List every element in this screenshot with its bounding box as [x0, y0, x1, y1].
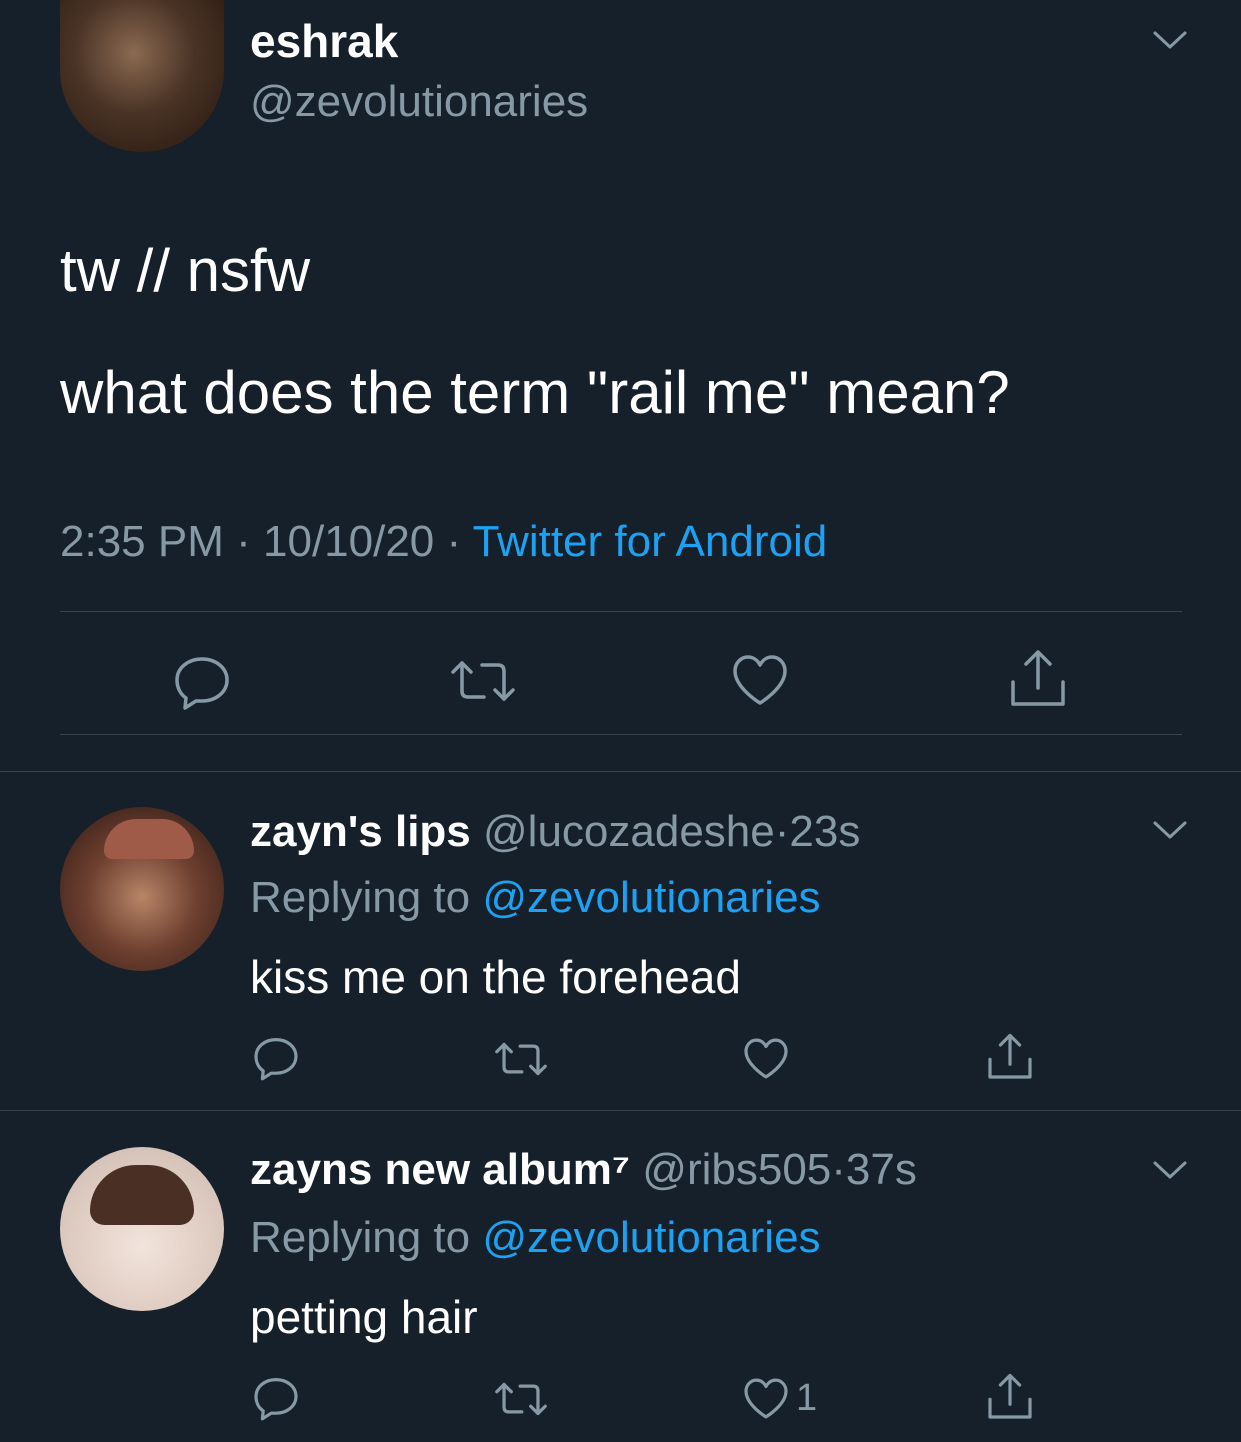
- replying-to: Replying to @zevolutionaries: [250, 872, 821, 924]
- retweet-icon[interactable]: [494, 1038, 548, 1080]
- tweet-text-line: tw // nsfw: [60, 237, 311, 304]
- reply-header: zayn's lips @lucozadeshe·23s: [250, 806, 860, 858]
- display-name[interactable]: zayn's lips: [250, 807, 471, 856]
- reply-icon[interactable]: [172, 652, 232, 712]
- display-name[interactable]: zayns new album⁷: [250, 1145, 630, 1194]
- chevron-down-icon[interactable]: [1152, 28, 1188, 52]
- like-icon[interactable]: [730, 652, 790, 708]
- avatar[interactable]: [60, 0, 224, 152]
- divider: [60, 611, 1182, 612]
- tweet-date[interactable]: 10/10/20: [263, 517, 434, 566]
- avatar[interactable]: [60, 1147, 224, 1311]
- replying-prefix: Replying to: [250, 1213, 471, 1262]
- tweet-meta: 2:35 PM · 10/10/20 · Twitter for Android: [60, 516, 827, 568]
- tweet-time[interactable]: 2:35 PM: [60, 517, 224, 566]
- replying-prefix: Replying to: [250, 873, 471, 922]
- avatar-bandana: [104, 819, 194, 859]
- divider: [60, 734, 1182, 735]
- separator: ·: [774, 807, 790, 856]
- separator: ·: [446, 517, 462, 566]
- share-icon[interactable]: [986, 1372, 1034, 1422]
- chevron-down-icon[interactable]: [1152, 1158, 1188, 1182]
- reply-header: zayns new album⁷ @ribs505·37s: [250, 1144, 917, 1196]
- replying-to: Replying to @zevolutionaries: [250, 1212, 821, 1264]
- reply-icon[interactable]: [252, 1034, 300, 1082]
- separator: ·: [831, 1145, 846, 1194]
- reply-icon[interactable]: [252, 1374, 300, 1422]
- share-icon[interactable]: [986, 1032, 1034, 1082]
- divider: [0, 771, 1241, 772]
- share-icon[interactable]: [1008, 648, 1068, 710]
- reply-text: petting hair: [250, 1291, 478, 1343]
- retweet-icon[interactable]: [494, 1378, 548, 1420]
- avatar[interactable]: [60, 807, 224, 971]
- tweet-text-line: what does the term "rail me" mean?: [60, 359, 1010, 426]
- separator: ·: [236, 517, 251, 566]
- mention-link[interactable]: @zevolutionaries: [482, 1213, 820, 1262]
- like-count: 1: [796, 1377, 818, 1419]
- handle[interactable]: @ribs505: [642, 1145, 831, 1194]
- tweet-source[interactable]: Twitter for Android: [473, 517, 828, 566]
- like-icon[interactable]: [742, 1376, 790, 1421]
- mention-link[interactable]: @zevolutionaries: [482, 873, 820, 922]
- handle[interactable]: @zevolutionaries: [250, 76, 588, 128]
- like-icon[interactable]: [742, 1036, 790, 1081]
- time-ago[interactable]: 23s: [789, 807, 860, 856]
- avatar-hair: [90, 1165, 194, 1225]
- handle[interactable]: @lucozadeshe: [483, 807, 775, 856]
- reply-text: kiss me on the forehead: [250, 951, 741, 1003]
- retweet-icon[interactable]: [450, 655, 516, 707]
- time-ago[interactable]: 37s: [846, 1145, 917, 1194]
- divider: [0, 1110, 1241, 1111]
- chevron-down-icon[interactable]: [1152, 818, 1188, 842]
- display-name[interactable]: eshrak: [250, 14, 398, 68]
